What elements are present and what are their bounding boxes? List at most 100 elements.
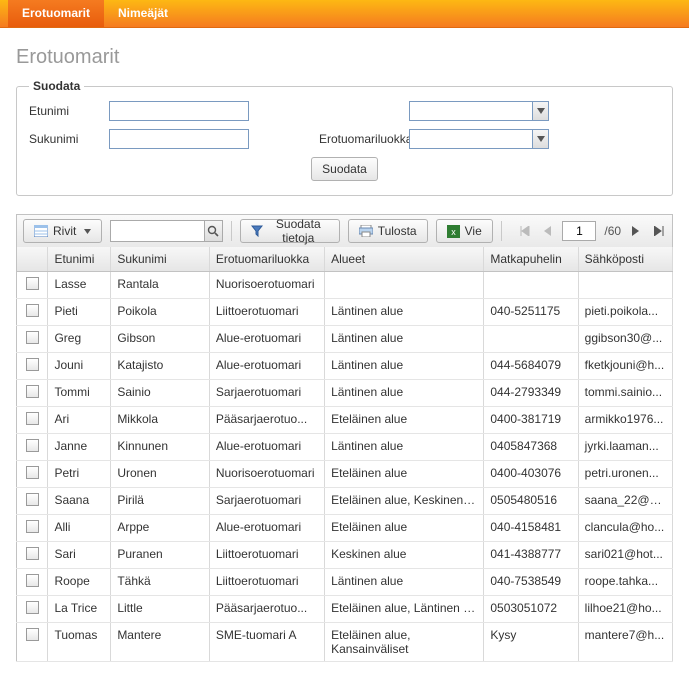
- chevron-down-icon[interactable]: [532, 102, 548, 120]
- table-row[interactable]: LasseRantalaNuorisoerotuomari: [17, 272, 673, 299]
- cell-sukunimi: Tähkä: [111, 569, 210, 596]
- etunimi-input[interactable]: [109, 101, 249, 121]
- chevron-down-icon[interactable]: [532, 130, 548, 148]
- cell-alueet: Eteläinen alue, Kansainväliset: [325, 623, 484, 662]
- cell-sahkoposti: tommi.sainio...: [578, 380, 672, 407]
- row-checkbox[interactable]: [26, 277, 39, 290]
- table-row[interactable]: PietiPoikolaLiittoerotuomariLäntinen alu…: [17, 299, 673, 326]
- row-checkbox[interactable]: [26, 304, 39, 317]
- col-etunimi[interactable]: Etunimi: [48, 247, 111, 272]
- row-checkbox[interactable]: [26, 412, 39, 425]
- rows-button[interactable]: Rivit: [23, 219, 102, 243]
- cell-luokka: Pääsarjaerotuo...: [209, 407, 324, 434]
- col-sahkoposti[interactable]: Sähköposti: [578, 247, 672, 272]
- cell-sukunimi: Mantere: [111, 623, 210, 662]
- table-row[interactable]: AlliArppeAlue-erotuomariEteläinen alue04…: [17, 515, 673, 542]
- cell-luokka: Alue-erotuomari: [209, 515, 324, 542]
- page-prev-icon[interactable]: [540, 222, 554, 240]
- table-row[interactable]: SaanaPiriläSarjaerotuomariEteläinen alue…: [17, 488, 673, 515]
- filter-panel: Suodata Etunimi Sukunimi: [16, 79, 673, 196]
- search-box[interactable]: [110, 220, 223, 242]
- erotuomariluokka-input[interactable]: [410, 130, 532, 148]
- table-row[interactable]: SariPuranenLiittoerotuomariKeskinen alue…: [17, 542, 673, 569]
- cell-sahkoposti: clancula@ho...: [578, 515, 672, 542]
- page-number-input[interactable]: [562, 221, 596, 241]
- row-checkbox[interactable]: [26, 628, 39, 641]
- page-first-icon[interactable]: [518, 222, 532, 240]
- svg-text:x: x: [451, 227, 456, 237]
- cell-matkapuhelin: 041-4388777: [484, 542, 578, 569]
- filter-data-label: Suodata tietoja: [268, 217, 329, 245]
- search-icon[interactable]: [204, 221, 222, 241]
- table-row[interactable]: GregGibsonAlue-erotuomariLäntinen aluegg…: [17, 326, 673, 353]
- row-checkbox[interactable]: [26, 493, 39, 506]
- row-checkbox[interactable]: [26, 385, 39, 398]
- filter-dropdown-1-input[interactable]: [410, 102, 532, 120]
- row-checkbox[interactable]: [26, 466, 39, 479]
- table-row[interactable]: TuomasMantereSME-tuomari AEteläinen alue…: [17, 623, 673, 662]
- col-matkapuhelin[interactable]: Matkapuhelin: [484, 247, 578, 272]
- tab-nimeajat[interactable]: Nimeäjät: [104, 0, 182, 27]
- row-checkbox[interactable]: [26, 574, 39, 587]
- cell-alueet: Läntinen alue: [325, 326, 484, 353]
- table-row[interactable]: JanneKinnunenAlue-erotuomariLäntinen alu…: [17, 434, 673, 461]
- page-last-icon[interactable]: [652, 222, 666, 240]
- cell-alueet: Eteläinen alue: [325, 515, 484, 542]
- cell-sahkoposti: mantere7@h...: [578, 623, 672, 662]
- table-row[interactable]: AriMikkolaPääsarjaerotuo...Eteläinen alu…: [17, 407, 673, 434]
- erotuomariluokka-dropdown[interactable]: [409, 129, 549, 149]
- row-checkbox[interactable]: [26, 601, 39, 614]
- cell-etunimi: Pieti: [48, 299, 111, 326]
- page-title: Erotuomarit: [16, 46, 673, 69]
- row-checkbox[interactable]: [26, 358, 39, 371]
- cell-matkapuhelin: 0400-403076: [484, 461, 578, 488]
- cell-luokka: Sarjaerotuomari: [209, 380, 324, 407]
- grid-icon: [34, 225, 48, 237]
- tab-erotuomarit[interactable]: Erotuomarit: [8, 0, 104, 27]
- cell-luokka: Alue-erotuomari: [209, 326, 324, 353]
- cell-sahkoposti: fketkjouni@h...: [578, 353, 672, 380]
- row-checkbox[interactable]: [26, 520, 39, 533]
- cell-sukunimi: Mikkola: [111, 407, 210, 434]
- table-row[interactable]: PetriUronenNuorisoerotuomariEteläinen al…: [17, 461, 673, 488]
- table-row[interactable]: La TriceLittlePääsarjaerotuo...Eteläinen…: [17, 596, 673, 623]
- cell-alueet: Eteläinen alue: [325, 461, 484, 488]
- cell-matkapuhelin: 040-5251175: [484, 299, 578, 326]
- filter-submit-button[interactable]: Suodata: [311, 157, 378, 181]
- export-label: Vie: [465, 224, 482, 238]
- page-next-icon[interactable]: [629, 222, 643, 240]
- row-checkbox[interactable]: [26, 331, 39, 344]
- cell-etunimi: Alli: [48, 515, 111, 542]
- export-button[interactable]: x Vie: [436, 219, 493, 243]
- table-row[interactable]: RoopeTähkäLiittoerotuomariLäntinen alue0…: [17, 569, 673, 596]
- sukunimi-input[interactable]: [109, 129, 249, 149]
- table-row[interactable]: JouniKatajistoAlue-erotuomariLäntinen al…: [17, 353, 673, 380]
- tab-bar: Erotuomarit Nimeäjät: [0, 0, 689, 28]
- filter-legend: Suodata: [29, 79, 84, 93]
- cell-alueet: [325, 272, 484, 299]
- cell-sukunimi: Uronen: [111, 461, 210, 488]
- printer-icon: [359, 225, 373, 237]
- col-alueet[interactable]: Alueet: [325, 247, 484, 272]
- row-checkbox[interactable]: [26, 439, 39, 452]
- sukunimi-label: Sukunimi: [29, 132, 109, 146]
- print-button[interactable]: Tulosta: [348, 219, 428, 243]
- cell-matkapuhelin: 0503051072: [484, 596, 578, 623]
- grid-toolbar: Rivit Suodata tietoja Tulosta x: [16, 214, 673, 247]
- cell-matkapuhelin: 044-2793349: [484, 380, 578, 407]
- cell-etunimi: Jouni: [48, 353, 111, 380]
- cell-luokka: Pääsarjaerotuo...: [209, 596, 324, 623]
- filter-data-button[interactable]: Suodata tietoja: [240, 219, 340, 243]
- cell-sukunimi: Puranen: [111, 542, 210, 569]
- filter-dropdown-1[interactable]: [409, 101, 549, 121]
- cell-sukunimi: Kinnunen: [111, 434, 210, 461]
- col-luokka[interactable]: Erotuomariluokka: [209, 247, 324, 272]
- cell-alueet: Eteläinen alue, Keskinen alue: [325, 488, 484, 515]
- col-sukunimi[interactable]: Sukunimi: [111, 247, 210, 272]
- cell-alueet: Läntinen alue: [325, 569, 484, 596]
- search-input[interactable]: [111, 221, 203, 241]
- row-checkbox[interactable]: [26, 547, 39, 560]
- cell-sukunimi: Pirilä: [111, 488, 210, 515]
- table-row[interactable]: TommiSainioSarjaerotuomariLäntinen alue0…: [17, 380, 673, 407]
- page-total: /60: [604, 224, 621, 238]
